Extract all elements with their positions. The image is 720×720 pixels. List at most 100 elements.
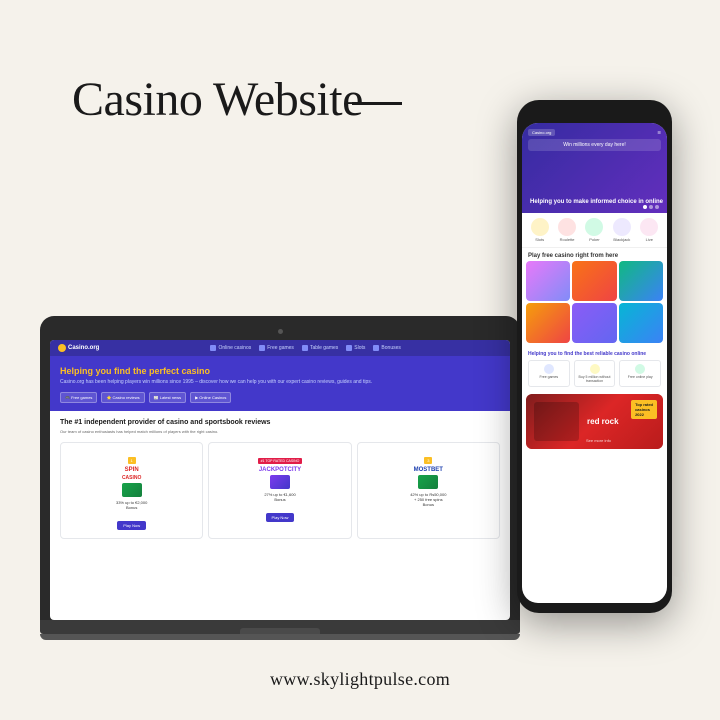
phone-icon-blackjack-circle xyxy=(613,218,631,236)
mostbet-name: MOSTBET xyxy=(362,467,495,473)
spin-bonus: 33% up to €2,000Bonus xyxy=(65,500,198,510)
phone-icon-live-label: Live xyxy=(646,237,653,242)
spin-play-btn[interactable]: Play Now xyxy=(117,521,146,530)
phone-feature-label-1: Free games xyxy=(539,375,558,379)
phone-feature-label-3: Free online play xyxy=(628,375,653,379)
casino-body-sub: Our team of casino enthusiasts has helpe… xyxy=(60,429,500,434)
phone-red-rock-badge: Top ratedcasinos2022 xyxy=(631,400,657,419)
phone-logo-small: Casino.org xyxy=(528,129,555,136)
laptop-base xyxy=(40,620,520,634)
casino-cards-row: 1 SPIN CASINO 33% up to €2,000Bonus Play… xyxy=(60,442,500,539)
jackpot-play-btn[interactable]: Play Now xyxy=(266,513,295,522)
jackpot-logo xyxy=(270,475,290,489)
phone-finding-text: Helping you to find the best reliable ca… xyxy=(528,351,661,357)
phone-icon-poker-label: Poker xyxy=(589,237,599,242)
spin-badge: 1 xyxy=(128,457,136,464)
page-title: Casino Website xyxy=(72,72,363,127)
phone-icon-slots-circle xyxy=(531,218,549,236)
phone-mockup: Casino.org ☰ Win millions every day here… xyxy=(517,100,672,613)
laptop-camera xyxy=(278,329,283,334)
hero-btn-news[interactable]: 📰 Latest news xyxy=(149,392,186,403)
laptop-screen-outer: Casino.org Online casinos Free games Tab… xyxy=(40,316,520,620)
phone-feature-2: Buy 5 million without transaction xyxy=(574,360,616,387)
nav-icon-bonuses xyxy=(373,345,379,351)
phone-screen: Casino.org ☰ Win millions every day here… xyxy=(522,123,667,603)
phone-red-rock-banner: red rock Top ratedcasinos2022 See more i… xyxy=(526,394,663,449)
phone-finding-section: Helping you to find the best reliable ca… xyxy=(522,347,667,391)
jackpot-badge: #1 TOP RATED CASINO xyxy=(258,458,303,464)
phone-icon-roulette-circle xyxy=(558,218,576,236)
phone-outer: Casino.org ☰ Win millions every day here… xyxy=(517,100,672,613)
phone-icon-poker: Poker xyxy=(585,218,603,242)
phone-notch xyxy=(570,110,620,118)
casino-hero-sub: Casino.org has been helping players win … xyxy=(60,379,500,385)
laptop-mockup: Casino.org Online casinos Free games Tab… xyxy=(40,316,520,640)
phone-game-1 xyxy=(526,261,570,301)
phone-feature-icon-2 xyxy=(590,364,600,374)
nav-icon-online xyxy=(210,345,216,351)
phone-game-2 xyxy=(572,261,616,301)
phone-icon-live: Live xyxy=(640,218,658,242)
spin-name: SPIN xyxy=(65,467,198,473)
phone-hero-banner: Casino.org ☰ Win millions every day here… xyxy=(522,123,667,213)
phone-notch-area xyxy=(522,110,667,118)
phone-icon-blackjack-label: Blackjack xyxy=(613,237,630,242)
hero-btn-reviews[interactable]: ⭐ Casino reviews xyxy=(101,392,144,403)
phone-game-5 xyxy=(572,303,616,343)
phone-top-right: ☰ xyxy=(657,130,661,135)
nav-item-online: Online casinos xyxy=(210,345,251,351)
phone-icon-slots: Slots xyxy=(531,218,549,242)
phone-icon-roulette: Roulette xyxy=(558,218,576,242)
mostbet-flag xyxy=(418,475,438,489)
laptop-camera-area xyxy=(50,326,510,336)
phone-games-grid xyxy=(522,261,667,347)
casino-card-mostbet: 3 MOSTBET 42% up to Rs50,000+ 250 free s… xyxy=(357,442,500,539)
jackpot-bonus: 27% up to €1,600Bonus xyxy=(213,492,346,502)
casino-card-spin: 1 SPIN CASINO 33% up to €2,000Bonus Play… xyxy=(60,442,203,539)
casino-logo-icon xyxy=(58,344,66,352)
spin-flag xyxy=(122,483,142,497)
phone-hero-dots xyxy=(643,205,659,209)
phone-icons-row: Slots Roulette Poker Blackjack Live xyxy=(522,213,667,248)
casino-body: The #1 independent provider of casino an… xyxy=(50,411,510,547)
phone-features-row: Free games Buy 5 million without transac… xyxy=(528,360,661,387)
footer-url: www.skylightpulse.com xyxy=(0,669,720,690)
phone-banner-promo: Win millions every day here! xyxy=(528,139,661,151)
laptop-foot xyxy=(40,634,520,640)
casino-logo: Casino.org xyxy=(58,344,99,352)
nav-item-table: Table games xyxy=(302,345,338,351)
phone-header-bar: Casino.org ☰ Win millions every day here… xyxy=(528,129,661,151)
mostbet-bonus: 42% up to Rs50,000+ 250 free spinsBonus xyxy=(362,492,495,507)
casino-nav: Online casinos Free games Table games Sl… xyxy=(109,345,502,351)
phone-icon-poker-circle xyxy=(585,218,603,236)
title-area: Casino Website xyxy=(72,72,363,127)
phone-dot-3 xyxy=(655,205,659,209)
title-dash xyxy=(352,102,402,105)
hero-btn-online[interactable]: ▶ Online Casinos xyxy=(190,392,231,403)
phone-game-6 xyxy=(619,303,663,343)
spin-casino-label: CASINO xyxy=(65,475,198,481)
laptop-screen: Casino.org Online casinos Free games Tab… xyxy=(50,340,510,620)
phone-dot-1 xyxy=(643,205,647,209)
nav-item-bonuses: Bonuses xyxy=(373,345,400,351)
phone-feature-icon-3 xyxy=(635,364,645,374)
phone-red-rock-text: red rock xyxy=(587,417,619,426)
casino-card-jackpot: #1 TOP RATED CASINO JACKPOTCITY 27% up t… xyxy=(208,442,351,539)
casino-hero-buttons: 🎮 Free games ⭐ Casino reviews 📰 Latest n… xyxy=(60,392,500,403)
phone-icon-roulette-label: Roulette xyxy=(560,237,575,242)
nav-item-slots: Slots xyxy=(346,345,365,351)
nav-icon-table xyxy=(302,345,308,351)
phone-top-bar: Casino.org ☰ xyxy=(528,129,661,136)
phone-red-rock-img xyxy=(534,402,579,441)
phone-feature-label-2: Buy 5 million without transaction xyxy=(578,375,612,383)
phone-game-4 xyxy=(526,303,570,343)
phone-dot-2 xyxy=(649,205,653,209)
nav-icon-slots xyxy=(346,345,352,351)
jackpot-name: JACKPOTCITY xyxy=(213,467,346,473)
phone-feature-3: Free online play xyxy=(619,360,661,387)
phone-icon-live-circle xyxy=(640,218,658,236)
hero-btn-free[interactable]: 🎮 Free games xyxy=(60,392,97,403)
nav-icon-free xyxy=(259,345,265,351)
phone-icon-blackjack: Blackjack xyxy=(613,218,631,242)
phone-feature-icon-1 xyxy=(544,364,554,374)
